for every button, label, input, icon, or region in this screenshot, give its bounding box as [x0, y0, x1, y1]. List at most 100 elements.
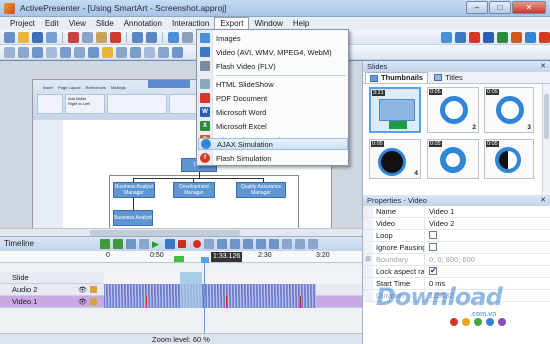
- export-excel-icon[interactable]: [497, 31, 508, 43]
- slide-thumbnail[interactable]: 0:05 2: [427, 87, 479, 133]
- add-track-icon[interactable]: [100, 239, 110, 249]
- close-button[interactable]: ✕: [512, 1, 546, 14]
- export-word-icon[interactable]: [483, 31, 494, 43]
- org-node-ba-manager[interactable]: Business Analyst Manager: [113, 182, 155, 198]
- fit-icon[interactable]: [113, 239, 123, 249]
- new-project-icon[interactable]: [4, 31, 15, 43]
- mouse-click-icon[interactable]: [158, 46, 169, 58]
- paste-icon[interactable]: [96, 31, 107, 43]
- text-caption-icon[interactable]: [18, 46, 29, 58]
- visibility-icon[interactable]: 👁: [78, 298, 87, 306]
- menu-project[interactable]: Project: [5, 17, 40, 30]
- volume-icon[interactable]: [282, 239, 292, 249]
- lock-aspect-checkbox[interactable]: [429, 266, 437, 276]
- copy-icon[interactable]: [82, 31, 93, 43]
- cut-range-icon[interactable]: [217, 239, 227, 249]
- tab-titles[interactable]: Titles: [430, 72, 467, 83]
- export-images-item[interactable]: Images: [198, 32, 348, 44]
- button-insert-icon[interactable]: [130, 46, 141, 58]
- name-value[interactable]: Video 1: [425, 206, 550, 217]
- slide-thumbnail[interactable]: 0:05 3: [484, 87, 534, 133]
- print-icon[interactable]: [46, 31, 57, 43]
- visibility-icon[interactable]: 👁: [78, 286, 87, 294]
- slide-thumbnail[interactable]: 0:05 4: [369, 139, 421, 179]
- menu-slide[interactable]: Slide: [91, 17, 119, 30]
- video-clip[interactable]: [104, 296, 316, 308]
- audio-fade-icon[interactable]: [295, 239, 305, 249]
- export-ajax-icon[interactable]: [525, 31, 536, 43]
- video-insert-icon[interactable]: [116, 46, 127, 58]
- tab-thumbnails[interactable]: Thumbnails: [365, 72, 429, 83]
- zoom-reset-icon[interactable]: [269, 239, 279, 249]
- zoom-fit-icon[interactable]: [256, 239, 266, 249]
- split-icon[interactable]: [204, 239, 214, 249]
- slide-properties-icon[interactable]: [182, 31, 193, 43]
- export-flash-icon[interactable]: [539, 31, 550, 43]
- save-icon[interactable]: [32, 31, 43, 43]
- shape-icon[interactable]: [32, 46, 43, 58]
- record-audio-icon[interactable]: [193, 240, 201, 248]
- open-folder-icon[interactable]: [18, 31, 29, 43]
- org-node-business-analyst[interactable]: Business Analyst: [113, 210, 153, 226]
- slide-thumbnail[interactable]: 3:21: [369, 87, 421, 133]
- redo-icon[interactable]: [146, 31, 157, 43]
- export-pdf-item[interactable]: PDF Document: [198, 92, 348, 104]
- key-stroke-icon[interactable]: [172, 46, 183, 58]
- expand-icon[interactable]: ⊞: [363, 254, 373, 265]
- lock-icon[interactable]: [90, 298, 97, 305]
- org-node-dev-manager[interactable]: Development Manager: [173, 182, 215, 198]
- text-entry-icon[interactable]: [144, 46, 155, 58]
- new-slide-icon[interactable]: [168, 31, 179, 43]
- export-images-icon[interactable]: [441, 31, 452, 43]
- close-panel-icon[interactable]: ✕: [540, 61, 546, 72]
- export-html-item[interactable]: HTML SlideShow: [198, 78, 348, 90]
- undo-icon[interactable]: [132, 31, 143, 43]
- image-icon[interactable]: [88, 46, 99, 58]
- cut-icon[interactable]: [68, 31, 79, 43]
- select-range-icon[interactable]: [126, 239, 136, 249]
- export-ajax-item[interactable]: AJAX Simulation: [198, 138, 348, 150]
- menu-edit[interactable]: Edit: [40, 17, 64, 30]
- delete-icon[interactable]: [110, 31, 121, 43]
- menu-annotation[interactable]: Annotation: [119, 17, 167, 30]
- slide-thumbnail[interactable]: 0:05: [484, 139, 534, 179]
- video-value[interactable]: Video 2: [425, 218, 550, 229]
- highlight-icon[interactable]: [46, 46, 57, 58]
- canvas-horizontal-scrollbar[interactable]: [0, 228, 362, 236]
- boundary-value[interactable]: 0; 0; 800; 600: [425, 254, 550, 265]
- export-flash-video-item[interactable]: Flash Video (FLV): [198, 60, 348, 72]
- play-range-icon[interactable]: [165, 239, 175, 249]
- export-word-item[interactable]: W Microsoft Word: [198, 106, 348, 118]
- loop-checkbox[interactable]: [429, 231, 437, 239]
- zoom-in-icon[interactable]: [230, 239, 240, 249]
- export-flash-simulation-item[interactable]: f Flash Simulation: [198, 152, 348, 164]
- export-video-icon[interactable]: [455, 31, 466, 43]
- playhead-icon[interactable]: [201, 257, 209, 263]
- lock-icon[interactable]: [90, 286, 97, 293]
- slides-scrollbar[interactable]: [542, 84, 550, 195]
- slide-track-area[interactable]: [104, 272, 362, 284]
- menu-view[interactable]: View: [64, 17, 91, 30]
- maximize-button[interactable]: □: [489, 1, 511, 14]
- scrollbar-thumb[interactable]: [544, 94, 549, 139]
- export-excel-item[interactable]: X Microsoft Excel: [198, 120, 348, 132]
- timeline-ruler[interactable]: 0 0:50 1:33.126 2:30 3:20: [0, 251, 362, 263]
- close-panel-icon[interactable]: ✕: [540, 195, 546, 206]
- zoom-out-icon[interactable]: [243, 239, 253, 249]
- start-marker-icon[interactable]: [174, 256, 184, 262]
- minimize-button[interactable]: –: [466, 1, 488, 14]
- export-pdf-icon[interactable]: [469, 31, 480, 43]
- marker-icon[interactable]: [139, 239, 149, 249]
- export-video-item[interactable]: Video (AVI, WMV, MPEG4, WebM): [198, 46, 348, 58]
- audio-clip[interactable]: [104, 284, 316, 296]
- stop-icon[interactable]: [178, 240, 186, 248]
- ignore-pausing-checkbox[interactable]: [429, 243, 437, 251]
- export-powerpoint-icon[interactable]: [511, 31, 522, 43]
- audio-options-icon[interactable]: [308, 239, 318, 249]
- audio-icon[interactable]: [102, 46, 113, 58]
- spotlight-icon[interactable]: [60, 46, 71, 58]
- zoom-n-pan-icon[interactable]: [74, 46, 85, 58]
- org-node-qa-manager[interactable]: Quality Assurance Manager: [236, 182, 286, 198]
- slide-thumbnail[interactable]: 0:05: [427, 139, 479, 179]
- select-icon[interactable]: [4, 46, 15, 58]
